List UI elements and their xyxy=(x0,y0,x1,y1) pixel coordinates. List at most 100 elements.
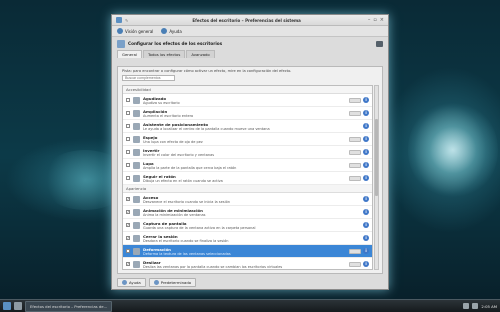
effect-row[interactable]: Lupa Amplía la parte de la pantalla que c… xyxy=(123,159,372,172)
effect-row[interactable]: Asistente de posicionamiento Le ayuda a l… xyxy=(123,120,372,133)
effect-checkbox[interactable]: ✓ xyxy=(126,262,130,266)
help-icon xyxy=(161,28,168,34)
defaults-button[interactable]: Predeterminado xyxy=(148,277,197,287)
effects-list: Accesibilidad Agudizado Agudiza su escrito… xyxy=(122,85,373,270)
effect-checkbox[interactable] xyxy=(126,163,130,167)
effect-description: Desdora el escritorio cuando se finaliza… xyxy=(143,238,229,243)
configure-button[interactable] xyxy=(349,248,361,254)
clock: 2:05 AM xyxy=(481,303,497,309)
effect-row[interactable]: Deformación Deforma la textura de las ven… xyxy=(123,245,372,258)
effect-description: Le ayuda a localizar el centro de la pan… xyxy=(143,126,270,131)
effect-row[interactable]: Agudizado Agudiza su escritorio i xyxy=(123,94,372,107)
taskbar-window-button[interactable]: Efectos del escritorio – Preferencias de… xyxy=(25,300,113,312)
effect-icon xyxy=(133,174,140,182)
info-icon[interactable]: i xyxy=(363,222,369,228)
effect-row[interactable]: ✓ Captura de pantalla Guarda una captura d… xyxy=(123,219,372,232)
info-icon[interactable]: i xyxy=(363,162,369,168)
effect-description: Aumenta el escritorio entero xyxy=(143,113,194,118)
kde-menu-icon[interactable] xyxy=(3,302,11,310)
whats-this-icon[interactable] xyxy=(376,40,383,47)
tab-2[interactable]: Avanzado xyxy=(186,50,215,58)
effect-checkbox[interactable]: ✓ xyxy=(126,210,130,214)
configure-button[interactable] xyxy=(349,175,361,181)
toolbar: Visión general Ayuda xyxy=(112,26,388,37)
group-header: Apariencia xyxy=(123,185,372,193)
configure-button[interactable] xyxy=(349,261,361,267)
effect-checkbox[interactable]: ✓ xyxy=(126,197,130,201)
search-input[interactable] xyxy=(122,75,175,81)
scroll-thumb[interactable] xyxy=(375,118,378,196)
effect-description: Anima la minimización de ventanas xyxy=(143,212,206,217)
effect-row[interactable]: ✓ Animación de minimización Anima la minim… xyxy=(123,206,372,219)
configure-button[interactable] xyxy=(349,110,361,116)
window-title: Efectos del escritorio – Preferencias de… xyxy=(192,17,301,23)
configure-button[interactable] xyxy=(349,97,361,103)
home-icon xyxy=(117,28,123,34)
effect-description: Invertir el color del escritorio y venta… xyxy=(143,152,215,157)
maximize-icon[interactable]: ▫ xyxy=(373,17,376,23)
effect-checkbox[interactable] xyxy=(126,249,130,253)
effect-icon xyxy=(133,195,140,203)
info-icon[interactable]: i xyxy=(363,261,369,267)
effect-icon xyxy=(133,148,140,156)
window-titlebar[interactable]: ✎ Efectos del escritorio – Preferencias … xyxy=(112,15,388,26)
info-icon[interactable]: i xyxy=(363,248,369,254)
configure-button[interactable] xyxy=(349,136,361,142)
effect-icon xyxy=(133,135,140,143)
page-header: Configurar los efectos de los escritorio… xyxy=(112,37,388,50)
page-title: Configurar los efectos de los escritorio… xyxy=(128,41,223,46)
effect-description: Desliza las ventanas por la pantalla cua… xyxy=(143,264,283,269)
minimize-icon[interactable]: – xyxy=(368,17,371,23)
info-icon[interactable]: i xyxy=(363,123,369,129)
info-icon[interactable]: i xyxy=(363,196,369,202)
help-button[interactable]: Ayuda xyxy=(117,277,146,287)
tab-1[interactable]: Todos los efectos xyxy=(142,50,186,58)
close-icon[interactable]: × xyxy=(380,17,384,23)
effect-checkbox[interactable] xyxy=(126,137,130,141)
effect-row[interactable]: ✓ Deslizar Desliza las ventanas por la pan… xyxy=(123,258,372,269)
effect-icon xyxy=(133,234,140,242)
app-icon[interactable] xyxy=(116,17,122,23)
effect-row[interactable]: ✓ Acceso Desvanece el escritorio cuando se… xyxy=(123,193,372,206)
info-icon[interactable]: i xyxy=(363,97,369,103)
help-button-label: Ayuda xyxy=(129,279,141,285)
reset-icon xyxy=(153,279,159,285)
effect-checkbox[interactable] xyxy=(126,176,130,180)
effect-row[interactable]: Invertir Invertir el color del escritorio… xyxy=(123,146,372,159)
configure-button[interactable] xyxy=(349,149,361,155)
group-header: Accesibilidad xyxy=(123,86,372,94)
effect-checkbox[interactable] xyxy=(126,150,130,154)
effect-icon xyxy=(133,260,140,268)
effect-checkbox[interactable] xyxy=(126,111,130,115)
desktop-effects-icon xyxy=(117,39,125,48)
tab-bar: General Todos los efectos Avanzado xyxy=(112,50,388,58)
wallpaper-glow xyxy=(408,100,498,200)
effect-checkbox[interactable]: ✓ xyxy=(126,223,130,227)
desktop-icon[interactable] xyxy=(14,302,22,310)
effect-description: Agudiza su escritorio xyxy=(143,100,180,105)
effect-row[interactable]: Ampliación Aumenta el escritorio entero i xyxy=(123,107,372,120)
info-icon[interactable]: i xyxy=(363,136,369,142)
info-icon[interactable]: i xyxy=(363,110,369,116)
effect-checkbox[interactable] xyxy=(126,98,130,102)
help-menu-button[interactable]: Ayuda xyxy=(161,28,182,34)
effect-checkbox[interactable]: ✓ xyxy=(126,236,130,240)
tab-0[interactable]: General xyxy=(117,50,142,58)
info-icon[interactable]: i xyxy=(363,209,369,215)
dialog-footer: Ayuda Predeterminado xyxy=(117,277,383,287)
info-icon[interactable]: i xyxy=(363,175,369,181)
effect-icon xyxy=(133,247,140,255)
effect-description: Dibuja un efecto en el ratón cuando se a… xyxy=(143,178,223,183)
overview-button[interactable]: Visión general xyxy=(117,28,153,34)
info-icon[interactable]: i xyxy=(363,235,369,241)
tray-icon[interactable] xyxy=(463,303,470,309)
configure-button[interactable] xyxy=(349,162,361,168)
effect-checkbox[interactable] xyxy=(126,124,130,128)
volume-icon[interactable] xyxy=(472,303,479,309)
info-icon[interactable]: i xyxy=(363,149,369,155)
effect-row[interactable]: Espejo Una lupa con efecto de ojo de pez i xyxy=(123,133,372,146)
effect-row[interactable]: Seguir el ratón Dibuja un efecto en el ra… xyxy=(123,172,372,185)
effect-row[interactable]: ✓ Cerrar la sesión Desdora el escritorio c… xyxy=(123,232,372,245)
defaults-button-label: Predeterminado xyxy=(160,279,192,285)
scrollbar[interactable] xyxy=(374,85,379,270)
